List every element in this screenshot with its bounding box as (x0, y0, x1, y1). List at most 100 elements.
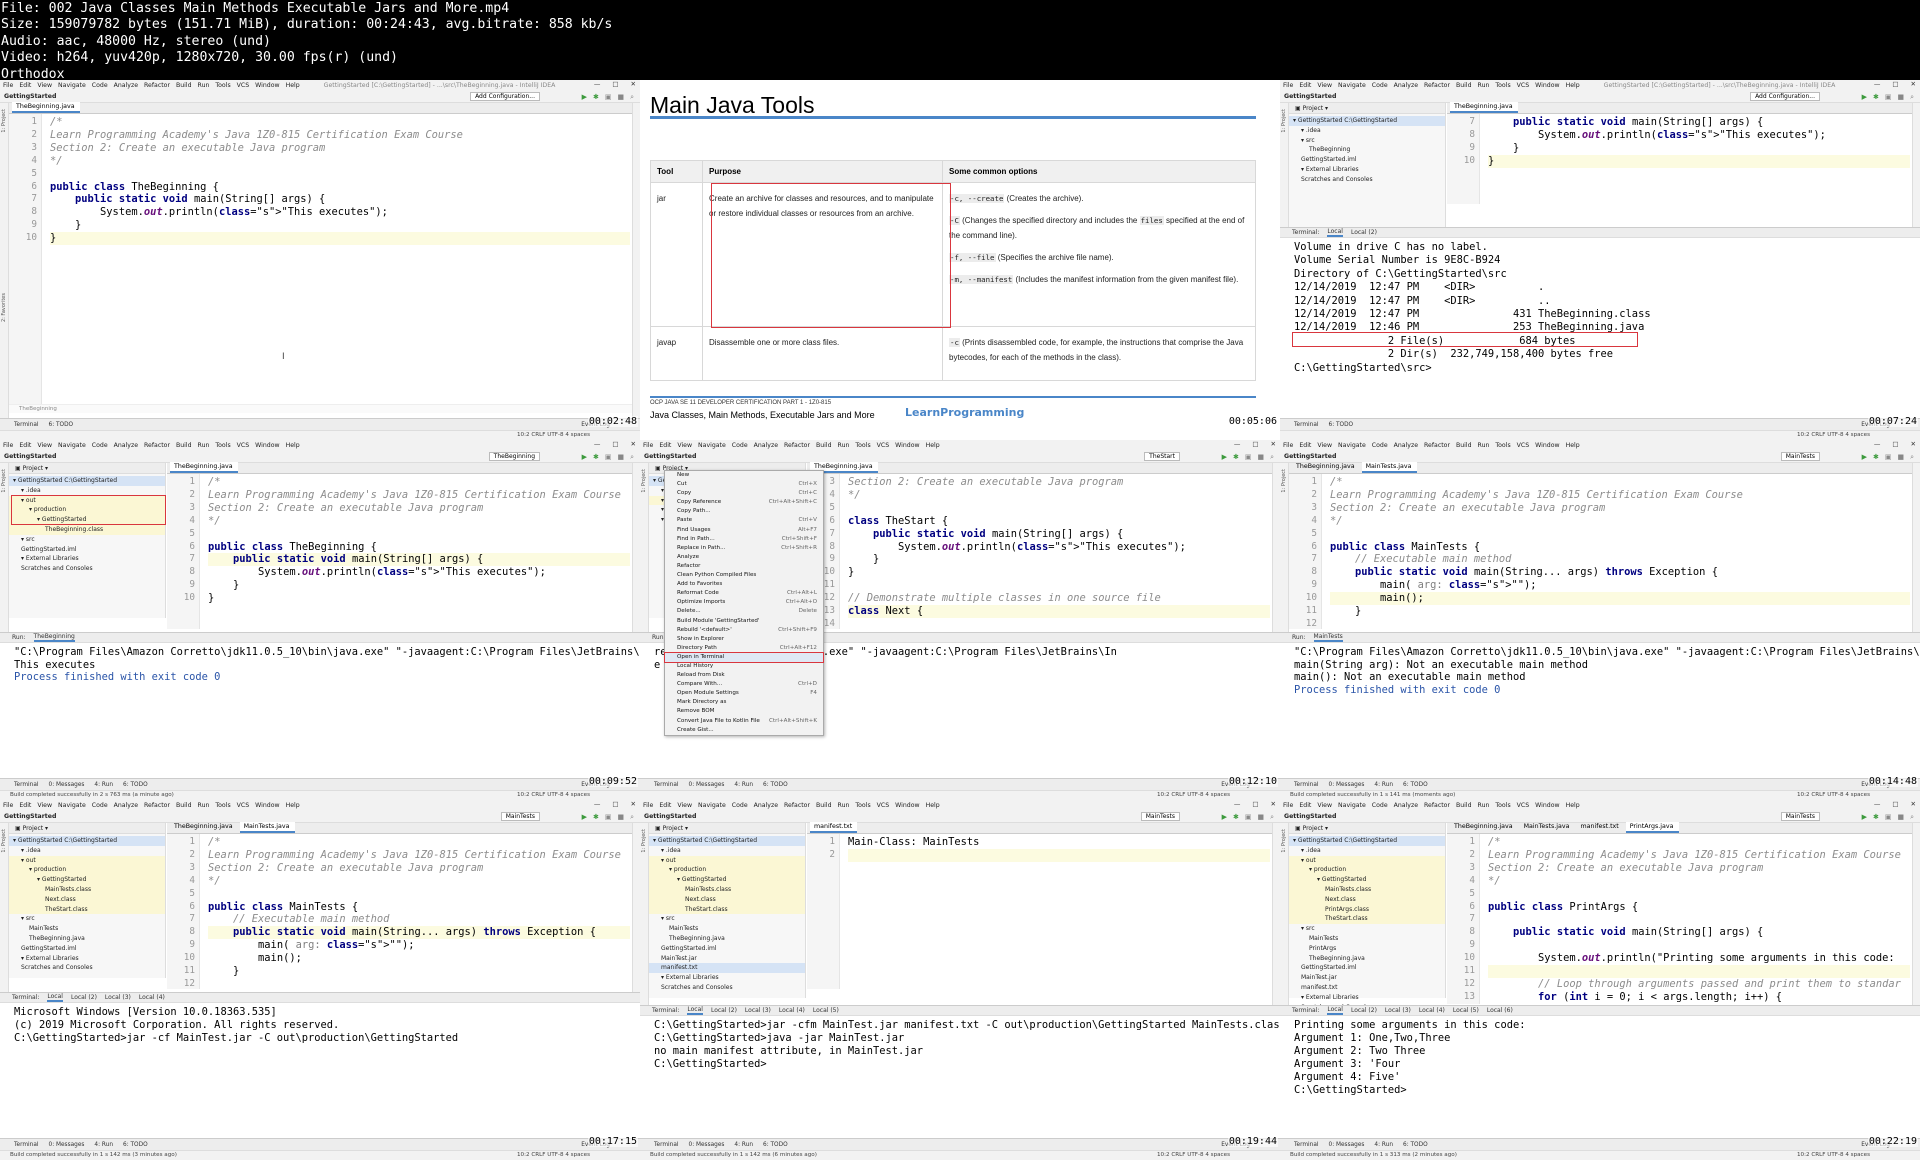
menu-navigate[interactable]: Navigate (1338, 442, 1366, 449)
terminal-tab[interactable]: Local (3) (105, 994, 131, 1001)
tool-window-button[interactable]: 0: Messages (49, 1142, 85, 1148)
context-menu-item[interactable]: Reformat Code Ctrl+Alt+L (665, 589, 823, 598)
search-icon[interactable]: ⌕ (1910, 813, 1914, 822)
project-tool-label[interactable]: 1: Project (641, 829, 647, 853)
menu-refactor[interactable]: Refactor (784, 442, 810, 449)
code-editor[interactable]: 1 2 3 4 5 6 7 8 9 10/* Learn Programming Academy's… (167, 474, 632, 629)
project-tool-label[interactable]: 1: Project (1, 109, 7, 133)
terminal-tab[interactable]: Local (3) (745, 1007, 771, 1014)
menu-help[interactable]: Help (1566, 82, 1580, 89)
terminal-tab[interactable]: Local (4) (779, 1007, 805, 1014)
menu-window[interactable]: Window (1535, 82, 1559, 89)
menu-run[interactable]: Run (1478, 802, 1490, 809)
tool-window-button[interactable]: Terminal (1294, 422, 1319, 428)
tree-item[interactable]: GettingStarted.iml (1289, 155, 1445, 165)
maximize-icon[interactable]: □ (612, 800, 618, 808)
maximize-icon[interactable]: □ (1892, 440, 1898, 448)
run-icon[interactable]: ▶ (582, 813, 587, 822)
coverage-icon[interactable]: ▣ (1245, 813, 1252, 822)
maximize-icon[interactable]: □ (1252, 440, 1258, 448)
stop-icon[interactable]: ■ (617, 813, 624, 822)
menu-edit[interactable]: Edit (1299, 442, 1311, 449)
tree-item[interactable]: TheBeginning.java (9, 934, 165, 944)
nav-project[interactable]: GettingStarted (1284, 93, 1336, 100)
menu-file[interactable]: File (643, 442, 653, 449)
tool-window-button[interactable]: Terminal (14, 1142, 39, 1148)
minimize-icon[interactable]: — (594, 440, 601, 448)
menu-help[interactable]: Help (1566, 442, 1580, 449)
tree-item[interactable]: ▾ out (9, 855, 165, 866)
debug-icon[interactable]: ✱ (593, 813, 599, 822)
tree-item[interactable]: MainTests.class (1289, 884, 1445, 895)
terminal-tab[interactable]: Local (2) (711, 1007, 737, 1014)
menu-analyze[interactable]: Analyze (114, 82, 138, 89)
tree-item[interactable]: manifest.txt (649, 963, 805, 974)
tree-item[interactable]: ▾ GettingStarted C:\GettingStarted (1289, 836, 1445, 846)
tree-item[interactable]: PrintArgs.class (1289, 904, 1445, 915)
menu-analyze[interactable]: Analyze (1394, 802, 1418, 809)
maximize-icon[interactable]: □ (612, 80, 618, 88)
menu-navigate[interactable]: Navigate (1338, 802, 1366, 809)
menu-view[interactable]: View (37, 442, 52, 449)
terminal-tab[interactable]: Local (47, 993, 63, 1002)
terminal-tab[interactable]: Local (2) (71, 994, 97, 1001)
project-tool-label[interactable]: 1: Project (1281, 469, 1287, 493)
context-menu-item[interactable]: Create Gist... (665, 726, 823, 735)
menu-view[interactable]: View (1317, 802, 1332, 809)
menu-file[interactable]: File (3, 802, 13, 809)
tree-item[interactable]: ▾ src (1289, 924, 1445, 934)
menu-tools[interactable]: Tools (215, 82, 230, 89)
nav-project[interactable]: GettingStarted (4, 813, 56, 820)
editor-tab[interactable]: PrintArgs.java (1625, 822, 1679, 833)
editor-tab[interactable]: MainTests.java (1520, 822, 1575, 833)
menu-build[interactable]: Build (176, 82, 192, 89)
search-icon[interactable]: ⌕ (1270, 813, 1274, 822)
tool-window-button[interactable]: 6: TODO (1329, 422, 1354, 428)
menu-file[interactable]: File (1283, 442, 1293, 449)
run-configuration-select[interactable]: MainTests (1780, 452, 1820, 461)
search-icon[interactable]: ⌕ (630, 813, 634, 822)
tree-item[interactable]: Next.class (649, 894, 805, 905)
menu-navigate[interactable]: Navigate (58, 82, 86, 89)
run-tab[interactable]: TheBeginning (33, 633, 75, 642)
menu-help[interactable]: Help (286, 82, 300, 89)
editor-tab[interactable]: TheBeginning.java (1450, 822, 1518, 833)
tool-window-button[interactable]: Terminal (1294, 1142, 1319, 1148)
debug-icon[interactable]: ✱ (1873, 453, 1879, 462)
menu-view[interactable]: View (677, 442, 692, 449)
context-menu-item[interactable]: Clean Python Compiled Files (665, 571, 823, 580)
tree-item[interactable]: Next.class (9, 894, 165, 905)
tool-window-button[interactable]: 0: Messages (1329, 782, 1365, 788)
menu-tools[interactable]: Tools (215, 802, 230, 809)
menu-tools[interactable]: Tools (1495, 442, 1510, 449)
menu-vcs[interactable]: VCS (877, 442, 889, 449)
menu-edit[interactable]: Edit (19, 82, 31, 89)
menu-build[interactable]: Build (176, 802, 192, 809)
project-tool-label[interactable]: 1: Project (1281, 109, 1287, 133)
stop-icon[interactable]: ■ (617, 93, 624, 102)
coverage-icon[interactable]: ▣ (1245, 453, 1252, 462)
menu-edit[interactable]: Edit (19, 802, 31, 809)
project-view-label[interactable]: ▣ Project ▾ (655, 825, 688, 832)
tree-item[interactable]: ▾ .idea (9, 846, 165, 856)
menu-window[interactable]: Window (1535, 802, 1559, 809)
tree-item[interactable]: GettingStarted.iml (9, 944, 165, 954)
editor-tab[interactable]: MainTests.java (239, 822, 295, 833)
coverage-icon[interactable]: ▣ (1885, 453, 1892, 462)
context-menu-item[interactable]: Local History (665, 662, 823, 671)
close-icon[interactable]: ✕ (631, 440, 636, 448)
terminal-tab[interactable]: Terminal: (1292, 1007, 1319, 1014)
menu-edit[interactable]: Edit (659, 802, 671, 809)
project-view-label[interactable]: ▣ Project ▾ (1295, 105, 1328, 112)
editor-tab[interactable]: TheBeginning.java (170, 462, 238, 473)
context-menu-item[interactable]: Show in Explorer (665, 635, 823, 644)
project-view-label[interactable]: ▣ Project ▾ (1295, 825, 1328, 832)
menu-code[interactable]: Code (1372, 802, 1388, 809)
project-view-label[interactable]: ▣ Project ▾ (15, 465, 48, 472)
menu-help[interactable]: Help (1566, 802, 1580, 809)
maximize-icon[interactable]: □ (1892, 80, 1898, 88)
menu-build[interactable]: Build (176, 442, 192, 449)
editor-tab[interactable]: TheBeginning.java (12, 102, 80, 113)
minimize-icon[interactable]: — (1874, 440, 1881, 448)
debug-icon[interactable]: ✱ (1233, 453, 1239, 462)
